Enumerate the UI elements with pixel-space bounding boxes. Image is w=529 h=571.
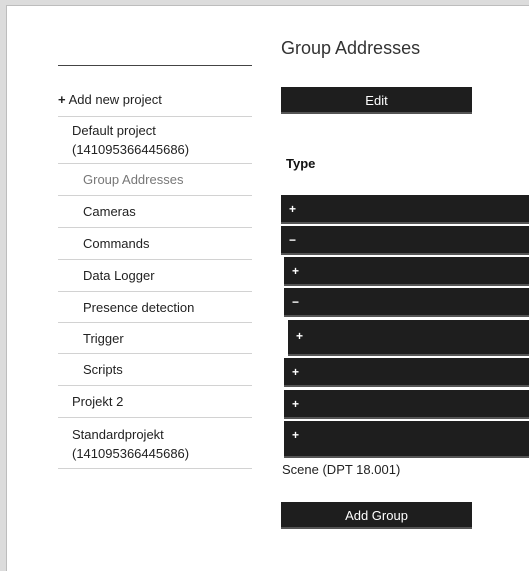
sidebar-item-label: Scripts — [83, 362, 123, 377]
sidebar-item-label: Commands — [83, 236, 150, 251]
project-label: Default project (141095366445686) — [72, 123, 190, 157]
selected-type-value: Scene (DPT 18.001) — [282, 462, 401, 477]
expand-icon[interactable]: + — [289, 202, 296, 216]
expand-icon[interactable]: + — [292, 428, 299, 442]
tree-row[interactable]: − — [281, 226, 529, 255]
edit-button[interactable]: Edit — [281, 87, 472, 114]
type-header: Type — [286, 156, 316, 171]
collapse-icon[interactable]: − — [292, 295, 299, 309]
sidebar-divider — [58, 65, 252, 66]
expand-icon[interactable]: + — [292, 365, 299, 379]
sidebar-item-label: Group Addresses — [83, 172, 184, 187]
sidebar-item-label: Cameras — [83, 204, 136, 219]
sidebar-project-standardprojekt[interactable]: Standardprojekt (141095366445686) — [58, 418, 252, 469]
expand-icon[interactable]: + — [292, 264, 299, 278]
expand-icon[interactable]: + — [296, 329, 303, 343]
sidebar-project-projekt-2[interactable]: Projekt 2 — [58, 386, 252, 418]
sidebar-item-commands[interactable]: Commands — [58, 228, 252, 260]
add-group-button[interactable]: Add Group — [281, 502, 472, 529]
tree-row[interactable]: − — [284, 288, 529, 317]
project-label: Standardprojekt (141095366445686) — [72, 427, 190, 461]
sidebar-item-presence-detection[interactable]: Presence detection — [58, 292, 252, 323]
tree-row[interactable]: + — [281, 195, 529, 224]
plus-icon: + — [58, 92, 66, 107]
sidebar-item-label: Presence detection — [83, 300, 195, 315]
sidebar-item-trigger[interactable]: Trigger — [58, 323, 252, 354]
tree-row[interactable]: + — [288, 320, 529, 356]
page-title: Group Addresses — [281, 38, 421, 58]
sidebar-item-cameras[interactable]: Cameras — [58, 196, 252, 228]
sidebar-project-default[interactable]: Default project (141095366445686) — [58, 118, 252, 164]
add-new-project-label: Add new project — [68, 92, 162, 107]
sidebar-item-scripts[interactable]: Scripts — [58, 354, 252, 386]
sidebar-item-data-logger[interactable]: Data Logger — [58, 260, 252, 292]
add-new-project-button[interactable]: + Add new project — [58, 90, 252, 117]
sidebar-item-label: Data Logger — [83, 268, 155, 283]
collapse-icon[interactable]: − — [289, 233, 296, 247]
tree-row[interactable]: + — [284, 390, 529, 419]
expand-icon[interactable]: + — [292, 397, 299, 411]
tree-row[interactable]: + — [284, 358, 529, 387]
sidebar-item-label: Trigger — [83, 331, 124, 346]
project-label: Projekt 2 — [72, 394, 124, 409]
tree-row[interactable]: + — [284, 421, 529, 458]
tree-row[interactable]: + — [284, 257, 529, 286]
sidebar-item-group-addresses[interactable]: Group Addresses — [58, 164, 252, 196]
